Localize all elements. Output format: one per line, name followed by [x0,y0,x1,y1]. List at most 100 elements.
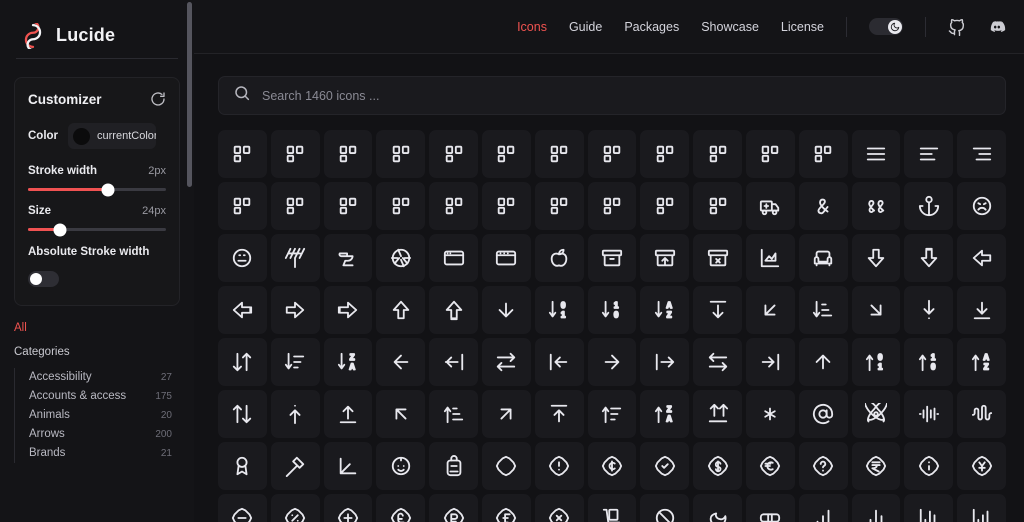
icon-cell-armchair[interactable] [798,234,848,282]
icon-cell-badge-cent[interactable] [587,442,637,490]
stroke-width-knob[interactable] [101,183,115,196]
sidebar-item-animals[interactable]: Animals 20 [15,406,180,425]
icon-cell-align-right[interactable] [957,130,1006,178]
icon-cell-arrow-down-0-1[interactable]: 01 [534,286,584,334]
icon-cell-bar-chart-2[interactable] [851,494,901,522]
icon-cell-badge-help[interactable] [798,442,848,490]
icon-cell-align-horizontal-justify-center[interactable] [587,130,637,178]
icon-cell-arrow-down-right[interactable] [851,286,901,334]
icon-cell-arrow-down-to-dot[interactable] [904,286,954,334]
icon-cell-arrow-big-left[interactable] [957,234,1006,282]
icon-cell-arrow-up-from-dot[interactable] [270,390,320,438]
icon-cell-badge-swiss-franc[interactable] [481,494,531,522]
icon-cell-arrow-down-narrow-wide[interactable] [798,286,848,334]
icon-cell-asterisk[interactable] [745,390,795,438]
icon-cell-baby[interactable] [376,442,426,490]
icon-cell-badge-check[interactable] [640,442,690,490]
icon-cell-align-center-horizontal[interactable] [218,130,267,178]
icon-cell-bandage[interactable] [745,494,795,522]
icon-cell-badge-info[interactable] [904,442,954,490]
icon-cell-arrow-left-to-line[interactable] [534,338,584,386]
icon-cell-ampersands[interactable] [851,182,901,230]
icon-cell-arrow-right-from-line[interactable] [640,338,690,386]
icon-cell-ban[interactable] [640,494,690,522]
icon-cell-align-vertical-space-around[interactable] [640,182,690,230]
icon-cell-audio-lines[interactable] [904,390,954,438]
icon-cell-angry[interactable] [957,182,1006,230]
icon-cell-align-left[interactable] [904,130,954,178]
absolute-stroke-width-toggle[interactable] [28,270,59,287]
icon-cell-arrows-up-from-line[interactable] [693,390,742,438]
theme-toggle[interactable] [869,18,903,35]
icon-cell-badge-minus[interactable] [218,494,267,522]
icon-cell-badge-alert[interactable] [534,442,584,490]
search-bar[interactable] [218,76,1006,115]
sidebar-item-all[interactable]: All [14,322,180,334]
sidebar-item-accessibility[interactable]: Accessibility 27 [15,368,180,387]
icon-cell-align-start-horizontal[interactable] [218,182,267,230]
icon-cell-archive[interactable] [587,234,637,282]
nav-link-icons[interactable]: Icons [517,20,547,34]
icon-cell-align-start-vertical[interactable] [270,182,320,230]
icon-cell-arrow-right[interactable] [587,338,637,386]
icon-cell-bar-chart[interactable] [798,494,848,522]
color-swatch[interactable] [73,127,91,145]
icon-cell-badge-japanese-yen[interactable] [957,442,1006,490]
color-picker[interactable]: currentColor [68,123,157,149]
icon-cell-arrow-big-up-dash[interactable] [429,286,478,334]
sidebar-item-accounts-access[interactable]: Accounts & access 175 [15,387,180,406]
icon-cell-arrow-big-right-dash[interactable] [323,286,373,334]
icon-cell-arrow-down-1-0[interactable]: 10 [587,286,637,334]
nav-link-showcase[interactable]: Showcase [701,20,759,34]
icon-cell-arrow-up-a-z[interactable]: AZ [957,338,1006,386]
icon-cell-award[interactable] [218,442,267,490]
icon-cell-ampersand[interactable] [798,182,848,230]
icon-cell-align-horizontal-space-around[interactable] [745,130,795,178]
refresh-cw-icon[interactable] [150,91,166,107]
icon-cell-axe[interactable] [270,442,320,490]
icon-cell-arrow-up-from-line[interactable] [323,390,373,438]
icon-cell-align-vertical-distribute-end[interactable] [376,182,426,230]
size-slider[interactable] [28,223,166,236]
stroke-width-slider[interactable] [28,183,166,196]
icon-cell-align-center-vertical[interactable] [270,130,320,178]
github-icon[interactable] [948,18,966,36]
icon-cell-ambulance[interactable] [745,182,795,230]
icon-cell-badge-euro[interactable] [745,442,795,490]
icon-cell-arrow-left[interactable] [376,338,426,386]
icon-cell-arrow-left-right[interactable] [481,338,531,386]
icon-cell-align-horizontal-justify-start[interactable] [693,130,742,178]
icon-cell-audio-waveform[interactable] [957,390,1006,438]
icon-cell-arrow-big-down-dash[interactable] [904,234,954,282]
icon-cell-align-horizontal-distribute-end[interactable] [481,130,531,178]
search-input[interactable] [262,88,991,103]
icon-cell-arrow-up-z-a[interactable]: ZA [640,390,690,438]
icon-cell-align-vertical-justify-center[interactable] [481,182,531,230]
icon-cell-align-horizontal-space-between[interactable] [798,130,848,178]
icon-cell-arrow-big-left-dash[interactable] [218,286,267,334]
nav-link-guide[interactable]: Guide [569,20,602,34]
icon-cell-badge-plus[interactable] [323,494,373,522]
icon-cell-badge-pound-sterling[interactable] [376,494,426,522]
icon-cell-badge-russian-ruble[interactable] [429,494,478,522]
icon-cell-atom[interactable] [851,390,901,438]
icon-cell-aperture[interactable] [376,234,426,282]
icon-cell-align-vertical-distribute-start[interactable] [429,182,478,230]
icon-cell-arrow-down-to-line[interactable] [957,286,1006,334]
icon-cell-apple[interactable] [534,234,584,282]
icon-cell-baggage-claim[interactable] [587,494,637,522]
icon-cell-arrow-up-0-1[interactable]: 01 [851,338,901,386]
icon-cell-arrow-right-to-line[interactable] [745,338,795,386]
icon-cell-badge[interactable] [481,442,531,490]
icon-cell-area-chart[interactable] [745,234,795,282]
icon-cell-badge-percent[interactable] [270,494,320,522]
icon-cell-bar-chart-3[interactable] [904,494,954,522]
icon-cell-arrow-down-left[interactable] [745,286,795,334]
icon-cell-anchor[interactable] [904,182,954,230]
icon-cell-anvil[interactable] [323,234,373,282]
icon-cell-align-horizontal-justify-end[interactable] [640,130,690,178]
icon-cell-archive-x[interactable] [693,234,742,282]
icon-cell-arrow-down[interactable] [481,286,531,334]
icon-cell-arrow-down-z-a[interactable]: ZA [323,338,373,386]
size-knob[interactable] [53,223,67,236]
